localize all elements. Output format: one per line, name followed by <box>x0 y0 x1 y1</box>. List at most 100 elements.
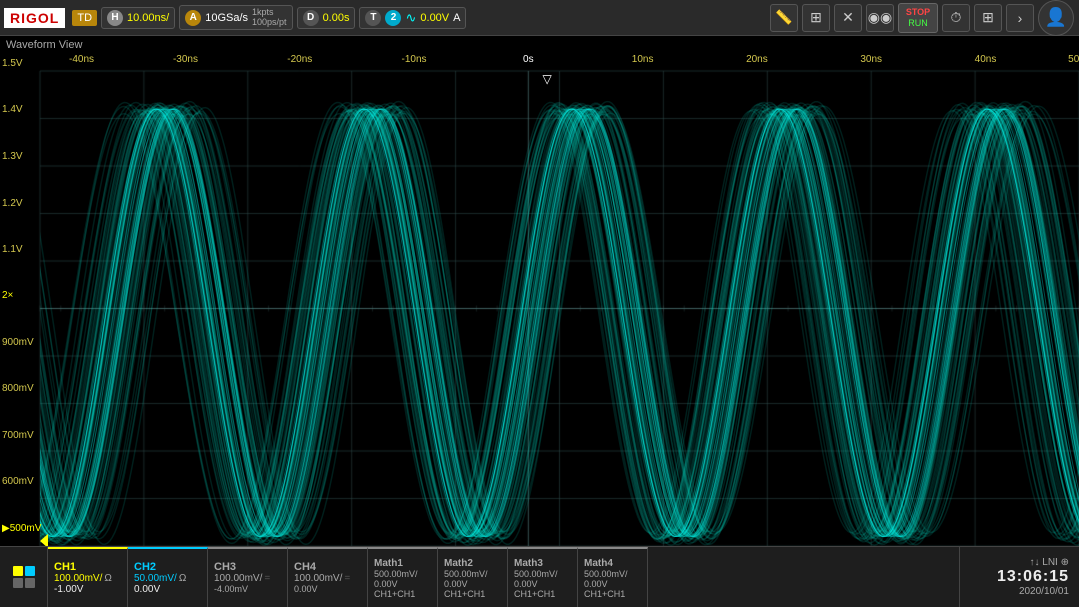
math1-panel[interactable]: Math1 500.00mV/ 0.00V CH1+CH1 <box>368 547 438 607</box>
math3-formula: CH1+CH1 <box>514 589 571 599</box>
clock-time: 13:06:15 <box>997 568 1069 586</box>
waveform-area: Waveform View 1.5V 1.4V 1.3V 1.2V 1.1V 2… <box>0 36 1079 546</box>
t-button[interactable]: T <box>365 10 381 26</box>
volt-labels: 1.5V 1.4V 1.3V 1.2V 1.1V 2× 900mV 800mV … <box>0 36 40 546</box>
math4-panel[interactable]: Math4 500.00mV/ 0.00V CH1+CH1 <box>578 547 648 607</box>
ch4-equals: = <box>344 573 350 584</box>
sample-rate: 10GSa/s <box>205 12 248 24</box>
decode-icon-btn[interactable]: ⊞ <box>802 4 830 32</box>
volt-700mv: 700mV <box>2 430 34 441</box>
ch2-panel[interactable]: CH2 50.00mV/ Ω 0.00V <box>128 547 208 607</box>
ch1-panel[interactable]: CH1 100.00mV/ Ω -1.00V <box>48 547 128 607</box>
time-40ns: 40ns <box>975 54 997 65</box>
volt-1.2v: 1.2V <box>2 198 23 209</box>
ch3-equals: = <box>264 573 270 584</box>
mode-badge[interactable]: TD <box>72 10 97 26</box>
more-icon-btn[interactable]: › <box>1006 4 1034 32</box>
h-value: 10.00ns/ <box>127 12 169 24</box>
ch2-omega: Ω <box>179 573 186 584</box>
ch4-panel[interactable]: CH4 100.00mV/ = 0.00V <box>288 547 368 607</box>
math-icon-btn[interactable]: ✕ <box>834 4 862 32</box>
math3-scale: 500.00mV/ <box>514 569 571 579</box>
math2-formula: CH1+CH1 <box>444 589 501 599</box>
nav-icons-panel[interactable] <box>0 547 48 607</box>
stop-run-button[interactable]: STOP RUN <box>898 3 938 33</box>
ch4-name: CH4 <box>294 561 316 573</box>
ch2-offset: 0.00V <box>134 584 160 595</box>
clock-panel: ↑↓ LNI ⊕ 13:06:15 2020/10/01 <box>959 547 1079 607</box>
kpts-psp: 1kpts 100ps/pt <box>252 8 287 28</box>
volt-1.3v: 1.3V <box>2 151 23 162</box>
trigger-ch[interactable]: 2 <box>385 10 401 26</box>
ch3-panel[interactable]: CH3 100.00mV/ = -4.00mV <box>208 547 288 607</box>
rigol-logo: RIGOL <box>4 8 65 28</box>
math3-panel[interactable]: Math3 500.00mV/ 0.00V CH1+CH1 <box>508 547 578 607</box>
ch1-omega: Ω <box>104 573 111 584</box>
volt-600mv: 600mV <box>2 476 34 487</box>
math1-offset: 0.00V <box>374 579 431 589</box>
delay-value: 0.00s <box>323 12 350 24</box>
time--10ns: -10ns <box>402 54 427 65</box>
toolbar: RIGOL TD H 10.00ns/ A 10GSa/s 1kpts 100p… <box>0 0 1079 36</box>
trigger-voltage: 0.00V <box>420 12 449 24</box>
math4-offset: 0.00V <box>584 579 641 589</box>
math4-scale: 500.00mV/ <box>584 569 641 579</box>
volt-1.5v: 1.5V <box>2 58 23 69</box>
time-20ns: 20ns <box>746 54 768 65</box>
volt-800mv: 800mV <box>2 383 34 394</box>
ch3-scale: 100.00mV/ <box>214 573 262 584</box>
trigger-unit: A <box>453 12 460 24</box>
math1-scale: 500.00mV/ <box>374 569 431 579</box>
time-0s: 0s <box>523 54 534 65</box>
logo-text: RIGOL <box>10 10 59 26</box>
ch2-name: CH2 <box>134 561 156 573</box>
math1-name: Math1 <box>374 558 431 569</box>
time-labels: -40ns -30ns -20ns -10ns 0s 10ns 20ns 30n… <box>40 54 1079 70</box>
status-bar: CH1 100.00mV/ Ω -1.00V CH2 50.00mV/ Ω 0.… <box>0 546 1079 607</box>
ch2-scale: 50.00mV/ <box>134 573 177 584</box>
stop-label: STOP <box>906 7 930 18</box>
history-icon-btn[interactable]: ⏱ <box>942 4 970 32</box>
math2-name: Math2 <box>444 558 501 569</box>
volt-900mv: 900mV <box>2 337 34 348</box>
time--20ns: -20ns <box>287 54 312 65</box>
trigger-waveform-icon: ∿ <box>405 10 416 26</box>
h-button[interactable]: H <box>107 10 123 26</box>
d-button[interactable]: D <box>303 10 319 26</box>
measure-icon-btn[interactable]: 📏 <box>770 4 798 32</box>
math2-panel[interactable]: Math2 500.00mV/ 0.00V CH1+CH1 <box>438 547 508 607</box>
ch1-offset: -1.00V <box>54 584 83 595</box>
horizontal-group[interactable]: H 10.00ns/ <box>101 7 175 29</box>
volt-500mv-marker: ▶500mV <box>2 523 41 534</box>
volt-1.4v: 1.4V <box>2 104 23 115</box>
time--40ns: -40ns <box>69 54 94 65</box>
trigger-group[interactable]: T 2 ∿ 0.00V A <box>359 7 466 29</box>
a-button[interactable]: A <box>185 10 201 26</box>
ch3-offset: -4.00mV <box>214 584 248 594</box>
clock-date: 2020/10/01 <box>1019 586 1069 597</box>
layout-icon-btn[interactable]: ⊞ <box>974 4 1002 32</box>
volt-1.1v: 1.1V <box>2 244 23 255</box>
waveform-svg <box>40 71 1079 546</box>
acquire-group[interactable]: A 10GSa/s 1kpts 100ps/pt <box>179 5 292 31</box>
delay-group[interactable]: D 0.00s <box>297 7 356 29</box>
ch4-offset: 0.00V <box>294 584 318 594</box>
math4-name: Math4 <box>584 558 641 569</box>
run-label: RUN <box>908 18 928 29</box>
ch4-scale: 100.00mV/ <box>294 573 342 584</box>
ch2-marker: 2× <box>2 290 13 301</box>
ch1-name: CH1 <box>54 561 76 573</box>
ch1-scale: 100.00mV/ <box>54 573 102 584</box>
trigger-marker: ▽ <box>543 72 552 86</box>
ch3-name: CH3 <box>214 561 236 573</box>
time-10ns: 10ns <box>632 54 654 65</box>
math2-offset: 0.00V <box>444 579 501 589</box>
signal-icons: ↑↓ LNI ⊕ <box>1030 557 1070 568</box>
time-30ns: 30ns <box>860 54 882 65</box>
channel-nav-grid <box>13 566 35 588</box>
math2-scale: 500.00mV/ <box>444 569 501 579</box>
ref-icon-btn[interactable]: ◉◉ <box>866 4 894 32</box>
math1-formula: CH1+CH1 <box>374 589 431 599</box>
time-50ns: 50ns <box>1068 54 1079 65</box>
profile-icon-btn[interactable]: 👤 <box>1038 0 1074 36</box>
